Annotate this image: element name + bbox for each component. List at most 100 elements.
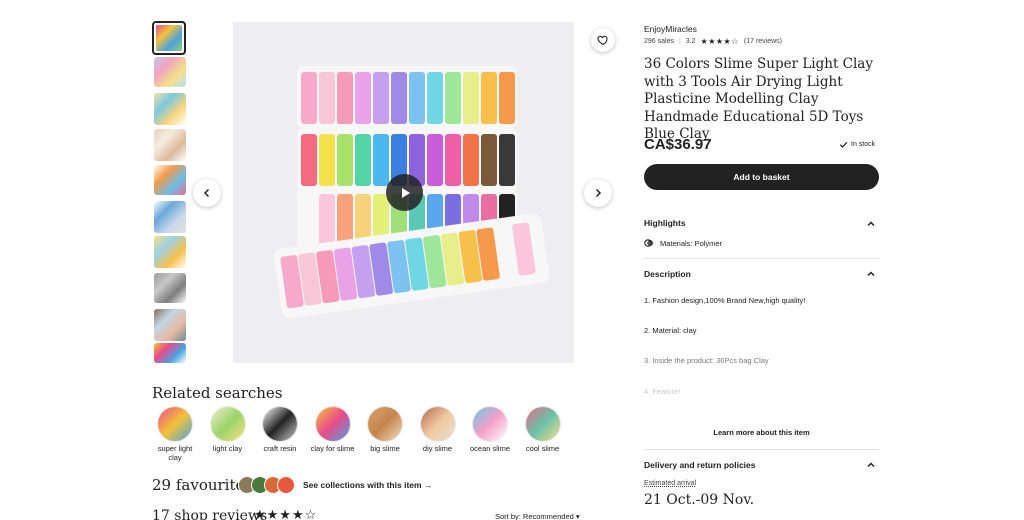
heart-icon [597,35,608,46]
materials-icon [644,239,654,247]
thumbnail-image [154,309,186,341]
clay-block [373,72,389,124]
clay-block [373,134,389,186]
thumbnail-1[interactable] [152,21,186,55]
related-search-label: light clay [212,444,243,453]
stock-label: In stock [851,141,876,148]
thumbnail-image [156,25,182,51]
thumbnail-5[interactable] [154,165,186,195]
thumbnail-8[interactable] [154,273,186,303]
thumbnail-10[interactable] [154,343,186,363]
related-search-item[interactable]: big slime [362,407,408,453]
estimated-arrival-date: 21 Oct.-09 Nov. [644,492,755,508]
related-search-item[interactable]: craft resin [257,407,303,453]
clay-block [337,194,353,246]
sales-count: 296 sales [644,38,674,45]
clay-block [499,134,515,186]
related-search-thumb [210,407,245,441]
divider [644,258,879,259]
clay-block [391,72,407,124]
shop-reviews-title: 17 shop reviews [152,508,268,520]
clay-block [463,134,479,186]
product-title: 36 Colors Slime Super Light Clay with 3 … [644,56,873,142]
divider [644,449,879,450]
related-search-thumb [368,407,402,441]
clay-block [355,134,371,186]
reviews-count-link[interactable]: (17 reviews) [744,38,782,45]
description-line-1: 1. Fashion design,100% Brand New,high qu… [644,296,806,305]
chevron-up-icon[interactable] [866,219,876,229]
thumbnail-image [154,129,186,161]
collection-avatars[interactable] [238,476,295,494]
related-search-thumb [315,407,350,441]
clay-block [427,72,443,124]
related-search-label: craft resin [263,444,297,453]
sort-by-dropdown[interactable]: Sort by: Recommended ▾ [495,512,580,520]
related-search-thumb [263,407,297,441]
description-line-2: 2. Material: clay [644,326,697,335]
related-search-item[interactable]: clay for slime [310,407,356,453]
clay-block [409,72,425,124]
related-search-thumb [420,407,455,441]
clay-block [463,72,479,124]
related-search-label: cool slime [525,444,560,453]
related-search-label: big slime [370,444,400,453]
clay-block [445,134,461,186]
thumbnail-6[interactable] [154,201,186,233]
thumbnail-image [154,57,186,87]
thumbnail-image [154,236,186,268]
thumbnail-image [154,273,186,303]
related-search-item[interactable]: super light clay [152,407,198,462]
thumbnail-9[interactable] [154,309,186,341]
clay-block [355,72,371,124]
reviews-stars: ★★★★☆ [254,507,318,520]
delivery-heading[interactable]: Delivery and return policies [644,460,755,470]
related-search-label: super light clay [157,444,193,462]
highlight-materials: Materials: Polymer [644,238,722,248]
related-search-thumb [525,407,560,441]
previous-image-button[interactable] [193,179,221,207]
play-video-button[interactable] [386,174,423,211]
clay-block [481,134,497,186]
thumbnail-image [154,201,186,233]
learn-more-button[interactable]: Learn more about this item [644,428,879,437]
thumbnail-7[interactable] [154,236,186,268]
related-search-item[interactable]: cool slime [520,407,566,453]
thumbnail-2[interactable] [154,57,186,87]
shop-meta: 296 sales | 3.2 ★★★★☆ (17 reviews) [644,37,782,46]
clay-block [427,134,443,186]
favourite-button[interactable] [591,28,615,52]
related-search-label: diy slime [422,444,453,453]
chevron-right-icon [595,188,602,198]
add-to-basket-button[interactable]: Add to basket [644,164,879,190]
thumbnail-3[interactable] [154,93,186,125]
see-collections-link[interactable]: See collections with this item → [303,480,432,490]
clay-block [445,72,461,124]
clay-block [499,72,515,124]
clay-block [319,72,335,124]
separator: | [678,38,681,45]
materials-text: Materials: Polymer [660,238,723,248]
clay-block [301,72,317,124]
thumbnail-4[interactable] [154,129,186,161]
related-search-item[interactable]: light clay [205,407,251,453]
clay-block [337,72,353,124]
highlights-heading[interactable]: Highlights [644,218,686,228]
play-icon [401,187,410,198]
clay-block [337,134,353,186]
related-search-item[interactable]: diy slime [415,407,461,453]
related-search-label: clay for slime [310,444,355,453]
chevron-up-icon[interactable] [866,269,876,279]
check-icon [839,141,848,148]
description-heading[interactable]: Description [644,269,691,279]
shop-name-link[interactable]: EnjoyMiracles [644,24,697,34]
clay-block [319,134,335,186]
chevron-up-icon[interactable] [866,460,876,470]
thumbnail-image [154,165,186,195]
next-image-button[interactable] [584,179,612,207]
estimated-arrival-label[interactable]: Estimated arrival [644,480,696,487]
thumbnail-image [154,343,186,363]
related-search-item[interactable]: ocean slime [467,407,513,453]
rating-value: 3.2 [685,38,696,45]
clay-block [319,194,335,246]
